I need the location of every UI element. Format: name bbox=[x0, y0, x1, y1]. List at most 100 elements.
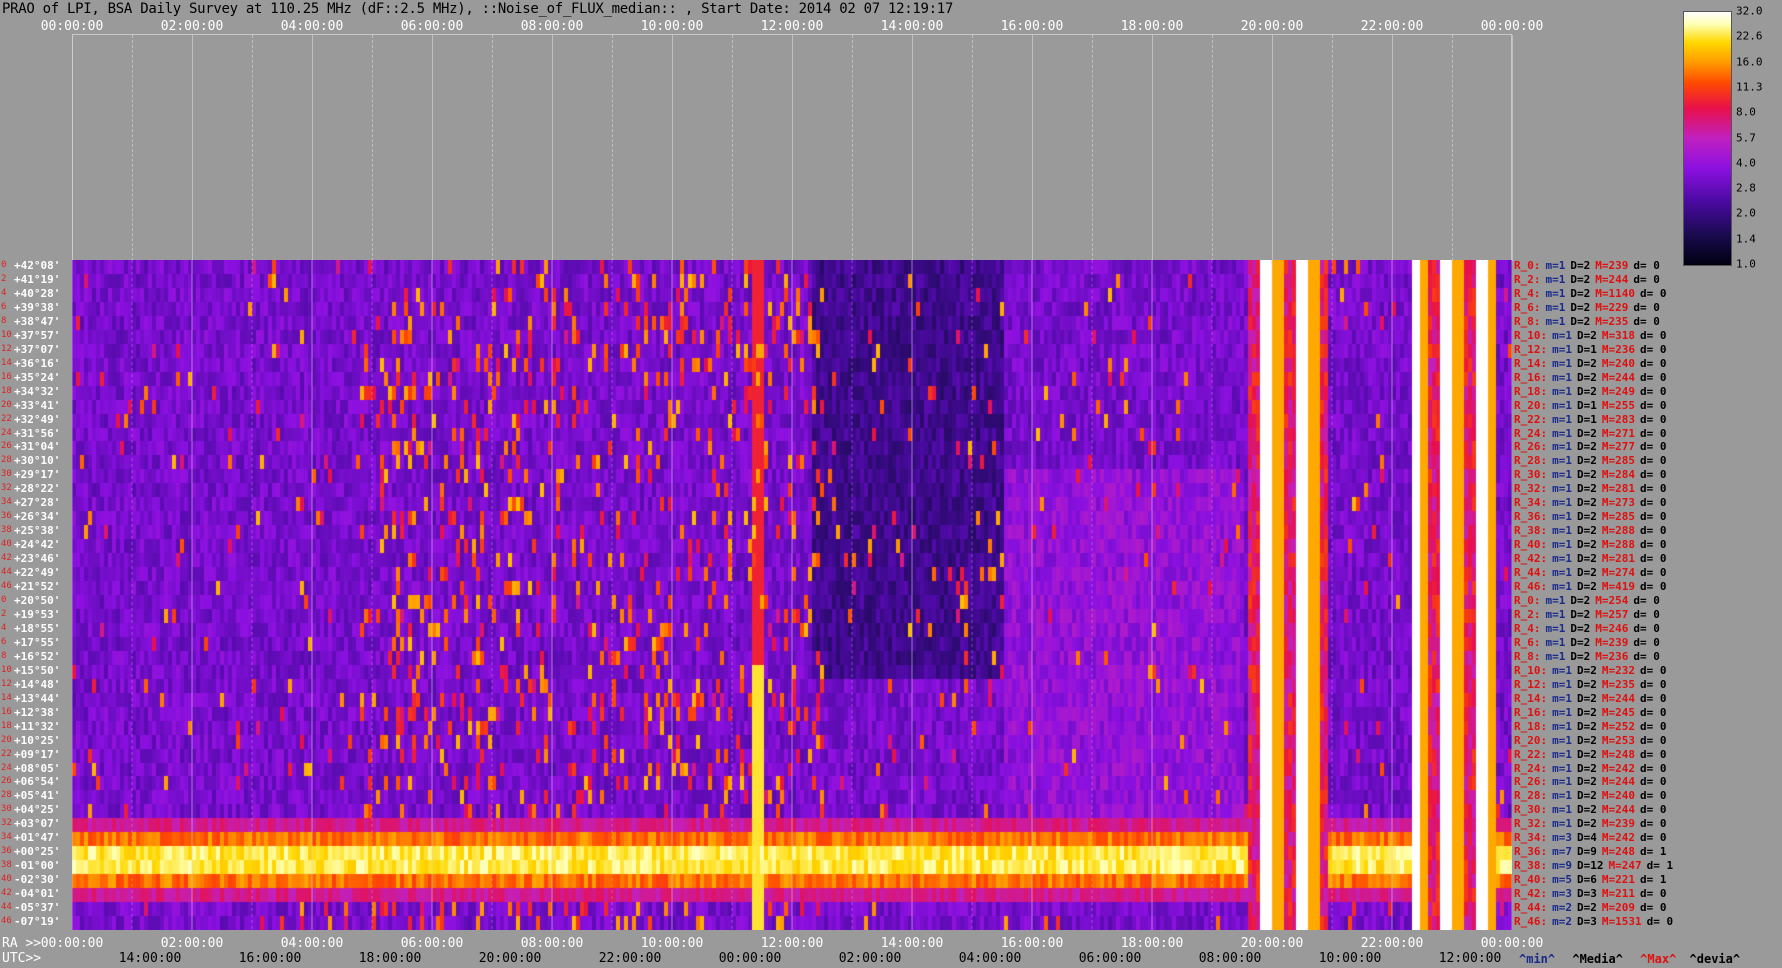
stat-max: M=211 bbox=[1601, 887, 1635, 901]
stat-dev: d= 0 bbox=[1633, 594, 1660, 607]
row-index-label: 10 bbox=[1, 329, 12, 340]
stat-min: m=1 bbox=[1552, 803, 1572, 817]
declination-label: +28°22' bbox=[14, 482, 61, 496]
row-index-label: 2 bbox=[1, 273, 7, 284]
grid-overlay bbox=[72, 260, 1512, 930]
row-index-label: 8 bbox=[1, 650, 7, 661]
row-index-label: 30 bbox=[1, 469, 12, 480]
row-index-label: 34 bbox=[1, 832, 12, 843]
stat-med: D=2 bbox=[1577, 775, 1597, 789]
stat-min: m=1 bbox=[1552, 370, 1572, 384]
ra-tick-label: 06:00:00 bbox=[400, 936, 464, 951]
declination-label: +09°17' bbox=[14, 747, 61, 761]
row-index-label: 46 bbox=[1, 581, 12, 592]
stat-dev: d= 0 bbox=[1640, 342, 1667, 356]
stat-r: R_18: bbox=[1514, 384, 1548, 398]
top-grid-line bbox=[552, 35, 553, 261]
ra-tick-label: 18:00:00 bbox=[1120, 936, 1184, 951]
row-stat: R_22: m=1 D=2 M=248 d= 0 bbox=[1514, 748, 1667, 761]
row-stat: R_44: m=1 D=2 M=274 d= 0 bbox=[1514, 566, 1667, 579]
stat-r: R_0: bbox=[1514, 259, 1541, 272]
row-stat: R_40: m=1 D=2 M=288 d= 0 bbox=[1514, 538, 1667, 551]
utc-axis-label: UTC>> bbox=[2, 951, 42, 966]
stat-r: R_40: bbox=[1514, 873, 1548, 887]
stat-dev: d= 0 bbox=[1646, 915, 1674, 929]
top-grid-line bbox=[1452, 35, 1453, 261]
stat-dev: d= 0 bbox=[1633, 621, 1660, 635]
stat-med: D=2 bbox=[1570, 300, 1591, 314]
stat-med: D=2 bbox=[1577, 510, 1597, 524]
utc-tick-label: 00:00:00 bbox=[718, 951, 782, 966]
stat-dev: d= 0 bbox=[1640, 663, 1667, 677]
utc-tick-label: 06:00:00 bbox=[1078, 951, 1142, 966]
stat-dev: d= 0 bbox=[1640, 677, 1667, 691]
stat-med: D=2 bbox=[1577, 552, 1597, 566]
declination-label: +23°46' bbox=[14, 552, 61, 566]
declination-label: -07°19' bbox=[14, 915, 61, 929]
declination-label: +32°49' bbox=[14, 412, 61, 426]
row-stat: R_30: m=1 D=2 M=244 d= 0 bbox=[1514, 803, 1667, 816]
declination-label: +35°24' bbox=[14, 370, 61, 384]
top-grid-line bbox=[612, 35, 613, 261]
stat-med: D=1 bbox=[1577, 398, 1597, 412]
row-stat: R_24: m=1 D=2 M=242 d= 0 bbox=[1514, 762, 1667, 775]
stat-min: m=1 bbox=[1552, 328, 1572, 342]
utc-tick-label: 16:00:00 bbox=[238, 951, 302, 966]
stat-med: D=2 bbox=[1577, 733, 1597, 747]
stat-med: D=2 bbox=[1570, 635, 1591, 649]
stat-min: m=1 bbox=[1552, 691, 1572, 705]
declination-label: +03°07' bbox=[14, 817, 61, 831]
stat-dev: d= 0 bbox=[1640, 356, 1667, 370]
top-grid-line bbox=[1272, 35, 1273, 261]
row-index-label: 12 bbox=[1, 343, 12, 354]
stat-max: M=236 bbox=[1595, 649, 1629, 663]
stat-r: R_20: bbox=[1514, 733, 1548, 747]
stat-r: R_36: bbox=[1514, 510, 1548, 524]
row-index-label: 44 bbox=[1, 567, 12, 578]
stat-max: M=255 bbox=[1601, 398, 1635, 412]
stat-dev: d= 0 bbox=[1640, 733, 1667, 747]
declination-label: +01°47' bbox=[14, 831, 61, 845]
stat-med: D=2 bbox=[1570, 259, 1591, 272]
row-index-label: 18 bbox=[1, 720, 12, 731]
stat-med: D=2 bbox=[1577, 426, 1597, 440]
row-stat: R_4: m=1 D=2 M=1140 d= 0 bbox=[1514, 287, 1667, 300]
stat-min: m=1 bbox=[1552, 552, 1572, 566]
ra-tick-label: 08:00:00 bbox=[520, 936, 584, 951]
declination-label: +20°50' bbox=[14, 594, 61, 607]
row-stat: R_32: m=1 D=2 M=239 d= 0 bbox=[1514, 817, 1667, 830]
row-stat: R_42: m=3 D=3 M=211 d= 0 bbox=[1514, 887, 1667, 900]
stat-med: D=6 bbox=[1577, 873, 1597, 887]
stat-med: D=2 bbox=[1570, 286, 1591, 300]
row-stat: R_38: m=9 D=12 M=247 d= 1 bbox=[1514, 859, 1673, 872]
declination-label: +15°50' bbox=[14, 663, 61, 677]
row-index-label: 10 bbox=[1, 664, 12, 675]
declination-label: +34°32' bbox=[14, 384, 61, 398]
stat-min: m=1 bbox=[1552, 580, 1572, 594]
stat-dev: d= 0 bbox=[1640, 426, 1667, 440]
declination-label: +27°28' bbox=[14, 496, 61, 510]
stat-r: R_26: bbox=[1514, 775, 1548, 789]
stat-med: D=2 bbox=[1577, 468, 1597, 482]
declination-label: +19°53' bbox=[14, 607, 61, 621]
row-stat: R_20: m=1 D=1 M=255 d= 0 bbox=[1514, 399, 1667, 412]
declination-label: +17°55' bbox=[14, 635, 61, 649]
stat-r: R_32: bbox=[1514, 482, 1548, 496]
stat-max: M=221 bbox=[1601, 873, 1635, 887]
row-index-label: 0 bbox=[1, 595, 7, 605]
declination-label: +13°44' bbox=[14, 691, 61, 705]
top-grid-line bbox=[252, 35, 253, 261]
row-stat: R_30: m=1 D=2 M=284 d= 0 bbox=[1514, 468, 1667, 481]
declination-label: -02°30' bbox=[14, 873, 61, 887]
top-tick-label: 02:00:00 bbox=[160, 19, 224, 34]
top-tick-label: 00:00:00 bbox=[40, 19, 104, 34]
stat-max: M=1140 bbox=[1595, 286, 1635, 300]
stat-med: D=2 bbox=[1577, 803, 1597, 817]
stat-dev: d= 0 bbox=[1633, 300, 1660, 314]
row-index-label: 38 bbox=[1, 525, 12, 536]
declination-label: +05°41' bbox=[14, 789, 61, 803]
row-index-label: 8 bbox=[1, 315, 7, 326]
top-grid-line bbox=[492, 35, 493, 261]
stat-med: D=2 bbox=[1577, 384, 1597, 398]
stat-dev: d= 0 bbox=[1640, 719, 1667, 733]
